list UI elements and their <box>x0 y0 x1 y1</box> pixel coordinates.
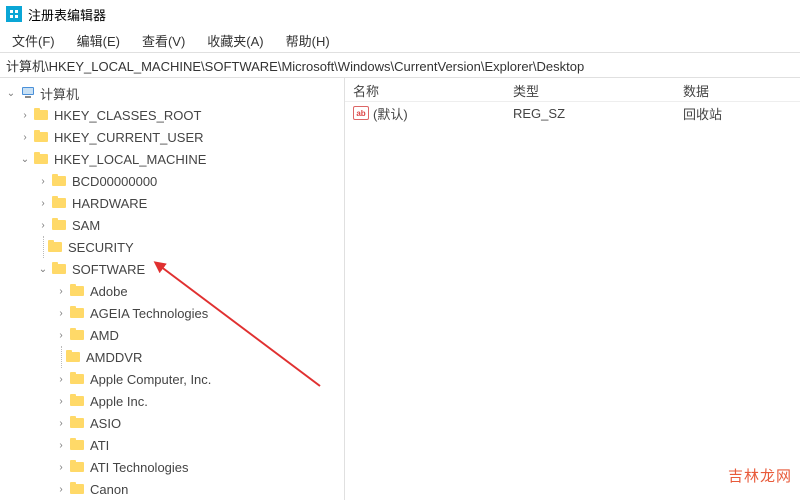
expander-icon[interactable]: › <box>36 174 50 188</box>
title-bar: 注册表编辑器 <box>0 0 800 28</box>
address-text: 计算机\HKEY_LOCAL_MACHINE\SOFTWARE\Microsof… <box>6 56 584 75</box>
folder-icon <box>52 174 68 188</box>
expander-icon[interactable]: › <box>54 328 68 342</box>
watermark: 吉林龙网 <box>728 465 792 486</box>
expander-icon[interactable]: › <box>54 284 68 298</box>
folder-icon <box>70 482 86 496</box>
col-header-name[interactable]: 名称 <box>345 78 505 101</box>
expander-icon[interactable]: › <box>54 438 68 452</box>
tree-label: HKEY_CLASSES_ROOT <box>54 108 201 123</box>
tree-security[interactable]: SECURITY <box>0 236 344 258</box>
menu-file[interactable]: 文件(F) <box>2 29 65 52</box>
folder-icon <box>70 438 86 452</box>
computer-icon <box>20 86 36 100</box>
folder-icon <box>70 306 86 320</box>
expander-icon[interactable]: › <box>36 196 50 210</box>
tree-label: Adobe <box>90 284 128 299</box>
expander-icon[interactable]: ⌄ <box>4 86 18 100</box>
folder-icon <box>52 218 68 232</box>
main-area: ⌄ 计算机 › HKEY_CLASSES_ROOT › HKEY_CURRENT… <box>0 78 800 500</box>
folder-icon <box>70 284 86 298</box>
tree-ageia[interactable]: › AGEIA Technologies <box>0 302 344 324</box>
expander-icon[interactable]: › <box>18 130 32 144</box>
tree-canon[interactable]: › Canon <box>0 478 344 500</box>
value-data: 回收站 <box>675 102 800 125</box>
window-title: 注册表编辑器 <box>28 5 106 24</box>
tree-label: SECURITY <box>68 240 134 255</box>
tree-hkcr[interactable]: › HKEY_CLASSES_ROOT <box>0 104 344 126</box>
tree-label: SAM <box>72 218 100 233</box>
expander-icon[interactable]: › <box>18 108 32 122</box>
folder-icon <box>66 350 82 364</box>
tree-label: ATI Technologies <box>90 460 189 475</box>
folder-icon <box>34 108 50 122</box>
tree-label: ATI <box>90 438 109 453</box>
col-header-data[interactable]: 数据 <box>675 78 800 101</box>
folder-icon <box>52 262 68 276</box>
folder-icon <box>52 196 68 210</box>
tree-scroll[interactable]: ⌄ 计算机 › HKEY_CLASSES_ROOT › HKEY_CURRENT… <box>0 78 344 500</box>
tree-bcd[interactable]: › BCD00000000 <box>0 170 344 192</box>
tree-label: AMDDVR <box>86 350 142 365</box>
tree-label: Apple Inc. <box>90 394 148 409</box>
tree-label: HKEY_LOCAL_MACHINE <box>54 152 206 167</box>
expander-icon[interactable]: › <box>54 460 68 474</box>
folder-icon <box>34 152 50 166</box>
tree-label: Apple Computer, Inc. <box>90 372 211 387</box>
tree-label: BCD00000000 <box>72 174 157 189</box>
folder-icon <box>70 460 86 474</box>
tree-apple-computer[interactable]: › Apple Computer, Inc. <box>0 368 344 390</box>
expander-icon[interactable]: › <box>54 482 68 496</box>
folder-icon <box>70 328 86 342</box>
tree-amddvr[interactable]: AMDDVR <box>0 346 344 368</box>
value-name: (默认) <box>373 104 408 123</box>
folder-icon <box>70 394 86 408</box>
menu-view[interactable]: 查看(V) <box>132 29 195 52</box>
expander-icon[interactable]: › <box>54 394 68 408</box>
expander-icon[interactable]: › <box>54 416 68 430</box>
list-row[interactable]: ab (默认) REG_SZ 回收站 <box>345 102 800 124</box>
col-header-type[interactable]: 类型 <box>505 78 675 101</box>
tree-label: ASIO <box>90 416 121 431</box>
tree-asio[interactable]: › ASIO <box>0 412 344 434</box>
tree-root-computer[interactable]: ⌄ 计算机 <box>0 82 344 104</box>
tree-label: AGEIA Technologies <box>90 306 208 321</box>
address-bar[interactable]: 计算机\HKEY_LOCAL_MACHINE\SOFTWARE\Microsof… <box>0 52 800 78</box>
menu-edit[interactable]: 编辑(E) <box>67 29 130 52</box>
tree-apple-inc[interactable]: › Apple Inc. <box>0 390 344 412</box>
tree-pane: ⌄ 计算机 › HKEY_CLASSES_ROOT › HKEY_CURRENT… <box>0 78 345 500</box>
expander-icon[interactable]: ⌄ <box>36 262 50 276</box>
tree-label: HARDWARE <box>72 196 147 211</box>
tree-ati[interactable]: › ATI <box>0 434 344 456</box>
menu-bar: 文件(F) 编辑(E) 查看(V) 收藏夹(A) 帮助(H) <box>0 28 800 52</box>
app-icon <box>6 6 22 22</box>
tree-ati-tech[interactable]: › ATI Technologies <box>0 456 344 478</box>
tree-label: HKEY_CURRENT_USER <box>54 130 204 145</box>
tree-hkcu[interactable]: › HKEY_CURRENT_USER <box>0 126 344 148</box>
folder-icon <box>70 416 86 430</box>
tree-amd[interactable]: › AMD <box>0 324 344 346</box>
menu-favorites[interactable]: 收藏夹(A) <box>197 29 273 52</box>
tree-label: Canon <box>90 482 128 497</box>
folder-icon <box>70 372 86 386</box>
tree-adobe[interactable]: › Adobe <box>0 280 344 302</box>
expander-icon[interactable]: › <box>54 372 68 386</box>
expander-icon[interactable]: › <box>36 218 50 232</box>
folder-icon <box>34 130 50 144</box>
tree-software[interactable]: ⌄ SOFTWARE <box>0 258 344 280</box>
tree-label: 计算机 <box>40 84 79 103</box>
expander-icon[interactable]: › <box>54 306 68 320</box>
folder-icon <box>48 240 64 254</box>
menu-help[interactable]: 帮助(H) <box>276 29 340 52</box>
tree-hklm[interactable]: ⌄ HKEY_LOCAL_MACHINE <box>0 148 344 170</box>
string-value-icon: ab <box>353 106 369 120</box>
list-header: 名称 类型 数据 <box>345 78 800 102</box>
tree-sam[interactable]: › SAM <box>0 214 344 236</box>
value-type: REG_SZ <box>505 104 675 123</box>
tree-label: SOFTWARE <box>72 262 145 277</box>
tree-label: AMD <box>90 328 119 343</box>
expander-icon[interactable]: ⌄ <box>18 152 32 166</box>
tree-hardware[interactable]: › HARDWARE <box>0 192 344 214</box>
list-pane: 名称 类型 数据 ab (默认) REG_SZ 回收站 <box>345 78 800 500</box>
